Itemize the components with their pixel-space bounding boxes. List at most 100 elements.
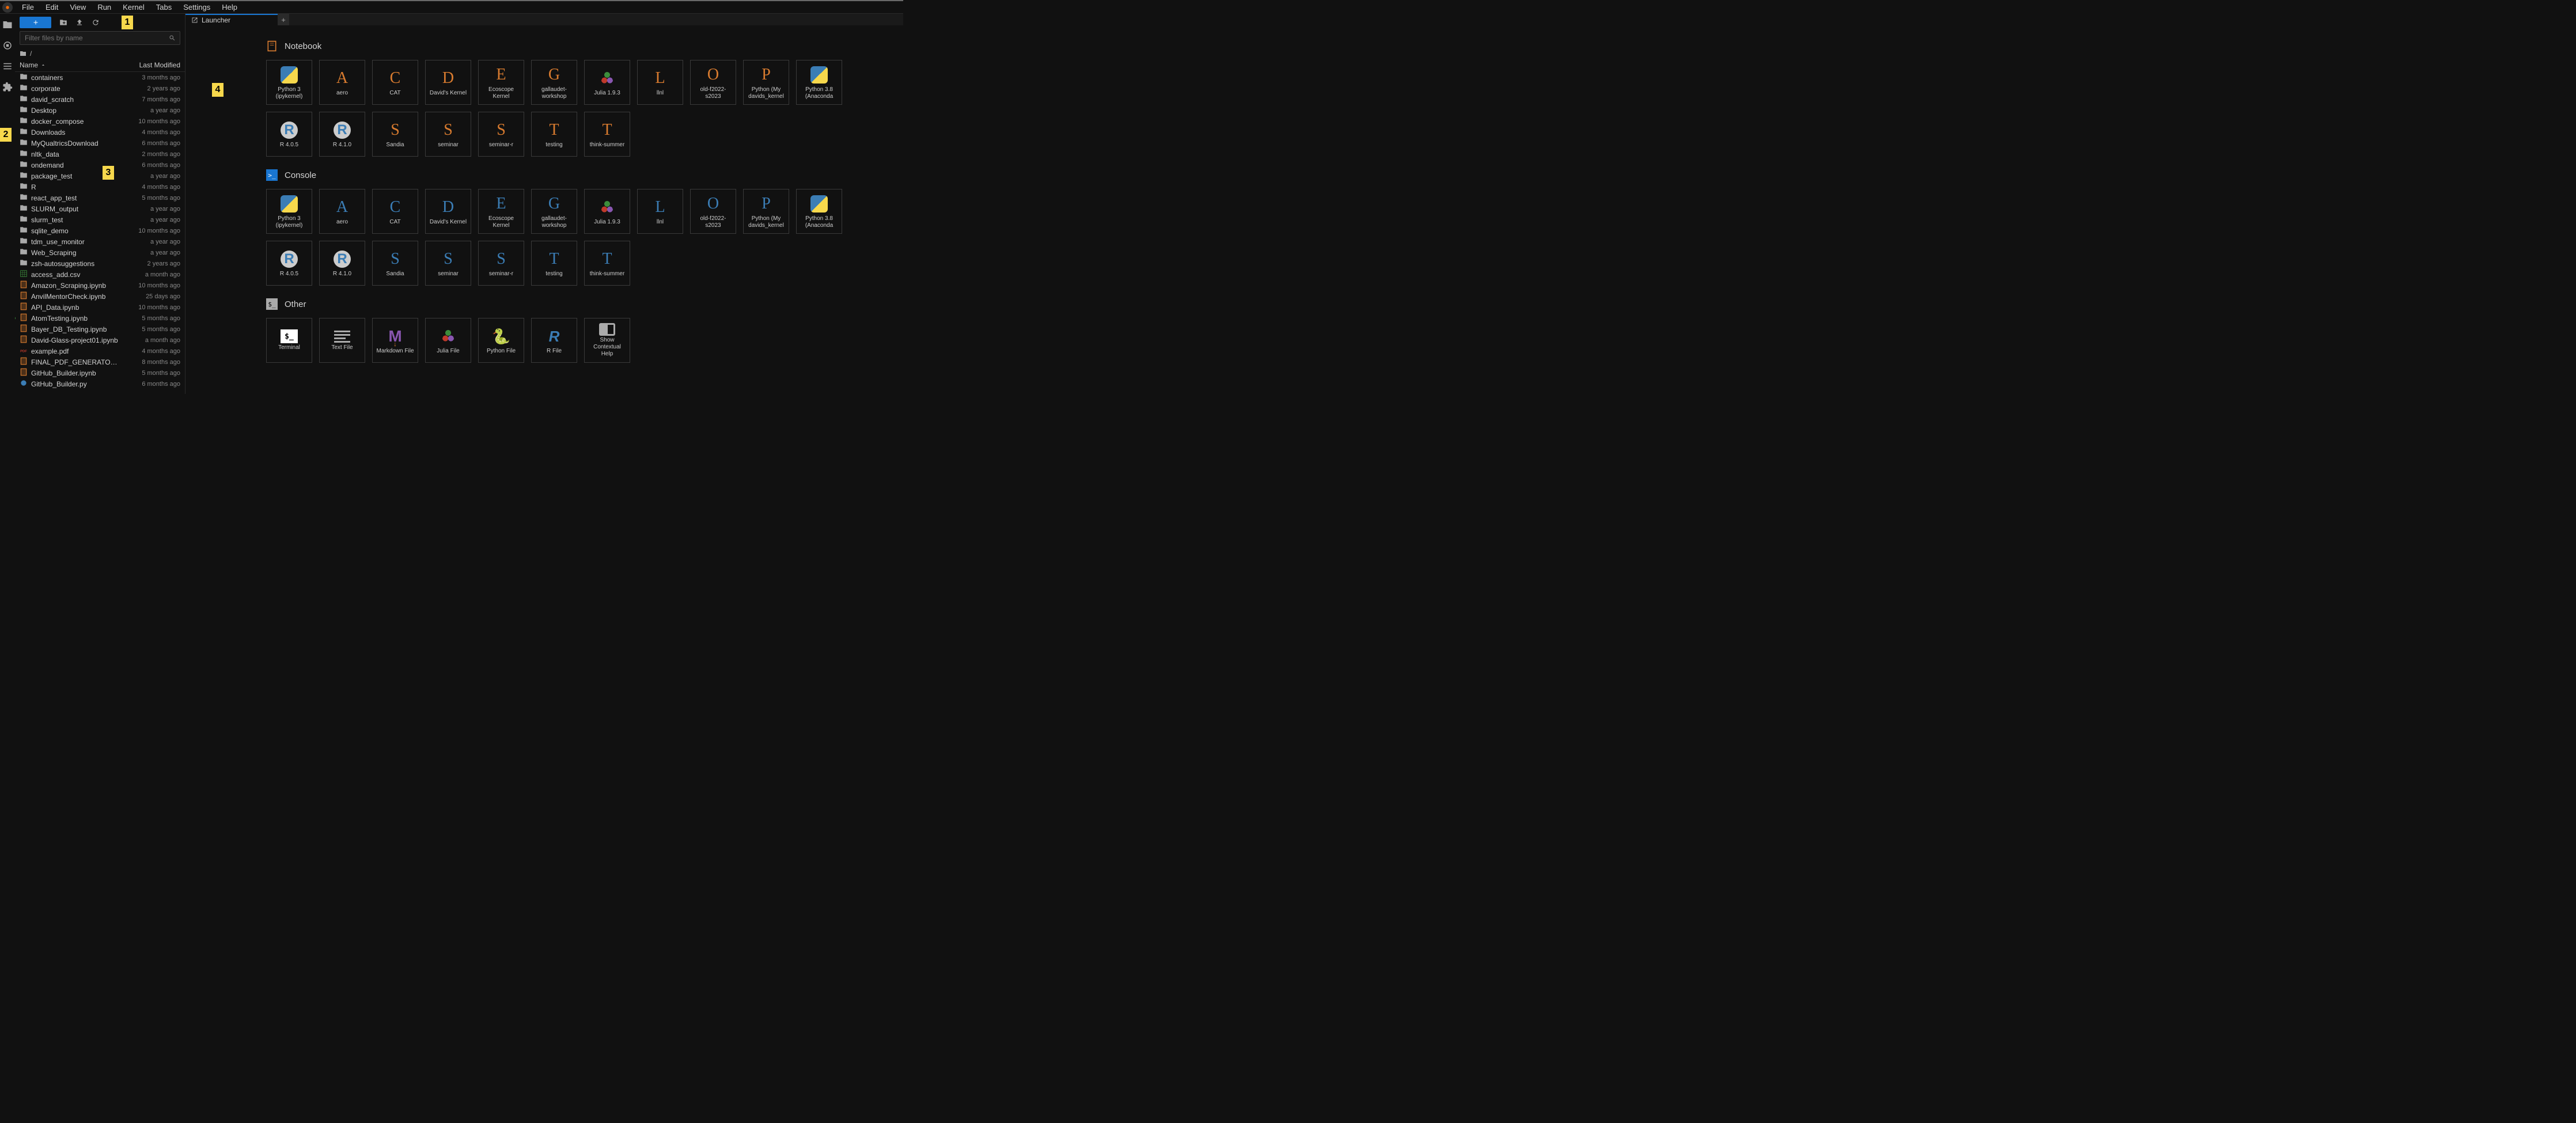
launcher-card[interactable]: R 4.1.0 xyxy=(319,112,365,157)
filter-input[interactable] xyxy=(20,31,180,45)
launcher-card[interactable]: SSandia xyxy=(372,241,418,286)
launcher-card[interactable]: Sseminar-r xyxy=(478,112,524,157)
launcher-card[interactable]: PPython (My davids_kernel xyxy=(743,60,789,105)
file-row[interactable]: david_scratch7 months ago xyxy=(15,94,185,105)
file-row[interactable]: GitHub_Builder.ipynb5 months ago xyxy=(15,367,185,378)
file-row[interactable]: Web_Scrapinga year ago xyxy=(15,247,185,258)
menu-settings[interactable]: Settings xyxy=(177,2,216,13)
column-modified[interactable]: Last Modified xyxy=(120,61,180,69)
launcher-card[interactable]: Sseminar xyxy=(425,112,471,157)
launcher-card[interactable]: EEcoscope Kernel xyxy=(478,189,524,234)
file-row[interactable]: corporate2 years ago xyxy=(15,83,185,94)
file-browser: 1 / Name Last Modified containers3 month… xyxy=(15,14,185,394)
folder-icon[interactable] xyxy=(2,20,13,30)
launcher-card[interactable]: Aaero xyxy=(319,60,365,105)
menu-tabs[interactable]: Tabs xyxy=(150,2,177,13)
launcher-card[interactable]: Ttesting xyxy=(531,112,577,157)
card-label: testing xyxy=(545,142,562,149)
launcher-card[interactable]: RR File xyxy=(531,318,577,363)
breadcrumb-root[interactable]: / xyxy=(30,50,32,58)
menu-edit[interactable]: Edit xyxy=(40,2,64,13)
card-label: R File xyxy=(547,348,562,355)
file-modified: 10 months ago xyxy=(120,282,180,289)
file-row[interactable]: David-Glass-project01.ipynba month ago xyxy=(15,335,185,346)
launcher-card[interactable]: Lllnl xyxy=(637,60,683,105)
launcher-card[interactable]: PPython (My davids_kernel xyxy=(743,189,789,234)
launcher-card[interactable]: CCAT xyxy=(372,60,418,105)
launcher-card[interactable]: MMarkdown File xyxy=(372,318,418,363)
launcher-card[interactable]: Sseminar-r xyxy=(478,241,524,286)
file-row[interactable]: zsh-autosuggestions2 years ago xyxy=(15,258,185,269)
launcher-card[interactable]: Julia 1.9.3 xyxy=(584,189,630,234)
column-name[interactable]: Name xyxy=(20,61,120,69)
new-launcher-button[interactable] xyxy=(20,17,51,28)
file-row[interactable]: FINAL_PDF_GENERATOR.ipynb8 months ago xyxy=(15,356,185,367)
launcher-card[interactable]: R 4.0.5 xyxy=(266,241,312,286)
file-row[interactable]: sqlite_demo10 months ago xyxy=(15,225,185,236)
launcher-card[interactable]: Aaero xyxy=(319,189,365,234)
launcher-card[interactable]: DDavid's Kernel xyxy=(425,189,471,234)
new-folder-icon[interactable] xyxy=(59,18,67,26)
launcher-card[interactable]: EEcoscope Kernel xyxy=(478,60,524,105)
launcher-card[interactable]: Sseminar xyxy=(425,241,471,286)
file-row[interactable]: tdm_use_monitora year ago xyxy=(15,236,185,247)
launcher-card[interactable]: 🐍Python File xyxy=(478,318,524,363)
breadcrumb[interactable]: / xyxy=(15,48,185,59)
add-tab-button[interactable]: + xyxy=(278,14,289,25)
file-row[interactable]: Bayer_DB_Testing.ipynb5 months ago xyxy=(15,324,185,335)
launcher-card[interactable]: $_Terminal xyxy=(266,318,312,363)
refresh-icon[interactable] xyxy=(92,18,100,26)
menu-help[interactable]: Help xyxy=(216,2,243,13)
launcher-card[interactable]: Julia File xyxy=(425,318,471,363)
file-row[interactable]: AnvilMentorCheck.ipynb25 days ago xyxy=(15,291,185,302)
launcher-card[interactable]: Oold-f2022-s2023 xyxy=(690,189,736,234)
launcher-card[interactable]: Python 3.8 (Anaconda xyxy=(796,189,842,234)
file-row[interactable]: slurm_testa year ago xyxy=(15,214,185,225)
launcher-card[interactable]: Text File xyxy=(319,318,365,363)
file-row[interactable]: AtomTesting.ipynb5 months ago xyxy=(15,313,185,324)
file-row[interactable]: SLURM_outputa year ago xyxy=(15,203,185,214)
launcher-card[interactable]: Ggallaudet-workshop xyxy=(531,189,577,234)
launcher-card[interactable]: Python 3.8 (Anaconda xyxy=(796,60,842,105)
launcher-card[interactable]: SSandia xyxy=(372,112,418,157)
launcher-card[interactable]: Show Contextual Help xyxy=(584,318,630,363)
launcher-card[interactable]: Oold-f2022-s2023 xyxy=(690,60,736,105)
file-row[interactable]: MyQualtricsDownload6 months ago xyxy=(15,138,185,149)
launcher-card[interactable]: Python 3 (ipykernel) xyxy=(266,60,312,105)
file-row[interactable]: Desktopa year ago xyxy=(15,105,185,116)
running-icon[interactable] xyxy=(2,40,13,51)
file-row[interactable]: package_testa year ago xyxy=(15,170,185,181)
file-row[interactable]: R4 months ago xyxy=(15,181,185,192)
menu-view[interactable]: View xyxy=(64,2,92,13)
launcher-card[interactable]: R 4.0.5 xyxy=(266,112,312,157)
launcher-card[interactable]: Tthink-summer xyxy=(584,112,630,157)
tab-launcher[interactable]: Launcher xyxy=(185,14,278,25)
launcher-card[interactable]: R 4.1.0 xyxy=(319,241,365,286)
file-row[interactable]: react_app_test5 months ago xyxy=(15,192,185,203)
upload-icon[interactable] xyxy=(75,18,84,26)
launcher-card[interactable]: CCAT xyxy=(372,189,418,234)
file-row[interactable]: containers3 months ago xyxy=(15,72,185,83)
file-row[interactable]: Amazon_Scraping.ipynb10 months ago xyxy=(15,280,185,291)
file-row[interactable]: docker_compose10 months ago xyxy=(15,116,185,127)
extensions-icon[interactable] xyxy=(2,82,13,92)
menu-kernel[interactable]: Kernel xyxy=(117,2,150,13)
file-row[interactable]: nltk_data2 months ago xyxy=(15,149,185,160)
launcher-card[interactable]: Python 3 (ipykernel) xyxy=(266,189,312,234)
launcher-card[interactable]: DDavid's Kernel xyxy=(425,60,471,105)
launcher-card[interactable]: Julia 1.9.3 xyxy=(584,60,630,105)
file-row[interactable]: Downloads4 months ago xyxy=(15,127,185,138)
file-row[interactable]: API_Data.ipynb10 months ago xyxy=(15,302,185,313)
file-row[interactable]: ondemand6 months ago xyxy=(15,160,185,170)
file-row[interactable]: access_add.csva month ago xyxy=(15,269,185,280)
launcher-card[interactable]: Tthink-summer xyxy=(584,241,630,286)
launcher-card[interactable]: Ggallaudet-workshop xyxy=(531,60,577,105)
launcher-card[interactable]: Ttesting xyxy=(531,241,577,286)
launcher-card[interactable]: Lllnl xyxy=(637,189,683,234)
menu-run[interactable]: Run xyxy=(92,2,117,13)
toc-icon[interactable] xyxy=(2,61,13,71)
file-row[interactable]: GitHub_Builder.py6 months ago xyxy=(15,378,185,389)
search-icon xyxy=(169,35,176,41)
menu-file[interactable]: File xyxy=(16,2,40,13)
file-row[interactable]: PDFexample.pdf4 months ago xyxy=(15,346,185,356)
